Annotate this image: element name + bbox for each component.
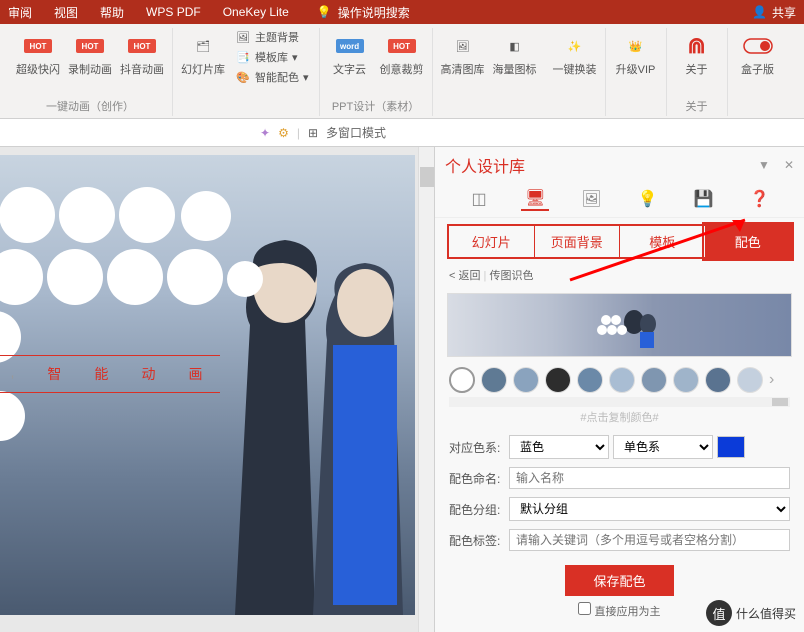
super-flash-button[interactable]: HOT超级快闪 <box>14 28 62 79</box>
tab-template[interactable]: 模板 <box>620 226 706 257</box>
circle-node <box>167 249 223 305</box>
tab-background[interactable]: 页面背景 <box>535 226 621 257</box>
multiwindow-button[interactable]: 多窗口模式 <box>326 124 386 141</box>
circle-node <box>0 249 43 305</box>
slide-title-text[interactable]: , 智 能 动 画 <box>0 355 220 393</box>
tab-color[interactable]: 配色 <box>706 226 791 257</box>
sub-tabs: 幻灯片 页面背景 模板 配色 <box>447 224 792 259</box>
watermark: 值 什么值得买 <box>706 600 796 626</box>
menu-wpspdf[interactable]: WPS PDF <box>146 5 201 19</box>
swatch[interactable] <box>449 367 475 393</box>
color-preview-box[interactable] <box>717 436 745 458</box>
lightbulb-icon: 💡 <box>317 5 332 19</box>
box-version-button[interactable]: 盒子版 <box>734 28 782 79</box>
circle-node <box>0 391 25 441</box>
theme-bg-button[interactable]: 🖼主题背景 <box>231 28 313 46</box>
multiwindow-icon: ⊞ <box>308 126 318 140</box>
slide-editor[interactable]: , 智 能 动 画 <box>0 147 434 632</box>
icon-library-button[interactable]: ◧海量图标 <box>491 28 539 79</box>
group-label-anim: 一键动画（创作） <box>46 98 134 116</box>
circle-node <box>181 191 231 241</box>
slide-canvas[interactable]: , 智 能 动 画 <box>0 155 415 615</box>
record-anim-button[interactable]: HOT录制动画 <box>66 28 114 79</box>
wordcloud-button[interactable]: word文字云 <box>326 28 374 79</box>
template-lib-button[interactable]: 📑模板库▾ <box>231 48 313 66</box>
circle-node <box>0 187 55 243</box>
swatch[interactable] <box>641 367 667 393</box>
circle-node <box>59 187 115 243</box>
user-icon[interactable]: 👤 <box>752 5 767 19</box>
star-icon[interactable]: ✦ <box>260 126 270 140</box>
monitor-icon[interactable]: 🖥 <box>521 187 549 211</box>
name-input[interactable] <box>509 467 790 489</box>
douyin-anim-button[interactable]: HOT抖音动画 <box>118 28 166 79</box>
watermark-icon: 值 <box>706 600 732 626</box>
search-hint[interactable]: 操作说明搜索 <box>338 4 410 21</box>
image-color-detect: 传图识色 <box>489 270 533 282</box>
menu-view[interactable]: 视图 <box>54 4 78 21</box>
swatch[interactable] <box>577 367 603 393</box>
panel-title: 个人设计库 <box>445 153 744 177</box>
share-button[interactable]: 共享 <box>772 4 796 21</box>
save-button[interactable]: 保存配色 <box>565 565 673 596</box>
cube-icon[interactable]: ◫ <box>465 187 493 211</box>
vertical-scrollbar[interactable] <box>418 147 434 632</box>
swatch-hint: #点击复制颜色# <box>435 407 804 431</box>
tab-slides[interactable]: 幻灯片 <box>449 226 535 257</box>
colorsys-select[interactable]: 蓝色 <box>509 435 609 459</box>
name-label: 配色命名: <box>449 470 505 487</box>
color-preview-image[interactable] <box>447 293 792 357</box>
colortype-select[interactable]: 单色系 <box>613 435 713 459</box>
slide-library-button[interactable]: 🗂幻灯片库 <box>179 28 227 86</box>
circle-node <box>47 249 103 305</box>
menu-onekey[interactable]: OneKey Lite <box>223 5 289 19</box>
menubar: 审阅 视图 帮助 WPS PDF OneKey Lite 💡 操作说明搜索 👤 … <box>0 0 804 24</box>
apply-checkbox[interactable] <box>578 602 591 615</box>
watermark-text: 什么值得买 <box>736 605 796 622</box>
colorsys-label: 对应色系: <box>449 439 505 456</box>
person-figure-2 <box>295 255 434 615</box>
disk-icon[interactable]: 💾 <box>690 187 718 211</box>
circle-node <box>107 249 163 305</box>
creative-crop-button[interactable]: HOT创意裁剪 <box>378 28 426 79</box>
tag-input[interactable] <box>509 529 790 551</box>
design-library-panel: 个人设计库 ▼ ✕ ◫ 🖥 🖼 💡 💾 ❓ 幻灯片 页面背景 模板 配色 < 返… <box>434 147 804 632</box>
tag-label: 配色标签: <box>449 532 505 549</box>
menu-review[interactable]: 审阅 <box>8 4 32 21</box>
swatch[interactable] <box>545 367 571 393</box>
circle-node <box>227 261 263 297</box>
gear-icon[interactable]: ⚙ <box>278 126 289 140</box>
sub-toolbar: ✦ ⚙ | ⊞ 多窗口模式 <box>0 119 804 147</box>
close-icon[interactable]: ✕ <box>784 158 794 172</box>
swatch[interactable] <box>609 367 635 393</box>
help-icon[interactable]: ❓ <box>746 187 774 211</box>
image-icon[interactable]: 🖼 <box>577 187 605 211</box>
swatch[interactable] <box>481 367 507 393</box>
color-swatches: › <box>435 363 804 397</box>
dropdown-icon[interactable]: ▼ <box>758 158 770 172</box>
group-select[interactable]: 默认分组 <box>509 497 790 521</box>
ribbon: HOT超级快闪 HOT录制动画 HOT抖音动画 一键动画（创作） 🗂幻灯片库 🖼… <box>0 24 804 119</box>
upgrade-vip-button[interactable]: 👑升级VIP <box>612 28 660 79</box>
one-click-theme-button[interactable]: ✨一键换装 <box>551 28 599 79</box>
group-label-about: 关于 <box>686 98 708 116</box>
about-button[interactable]: ⋒关于 <box>673 28 721 79</box>
swatch[interactable] <box>513 367 539 393</box>
swatch[interactable] <box>737 367 763 393</box>
menu-help[interactable]: 帮助 <box>100 4 124 21</box>
group-label: 配色分组: <box>449 501 505 518</box>
hd-gallery-button[interactable]: 🖼高清图库 <box>439 28 487 79</box>
swatch[interactable] <box>673 367 699 393</box>
lightbulb-tab-icon[interactable]: 💡 <box>634 187 662 211</box>
apply-label: 直接应用为主 <box>595 606 661 618</box>
circle-node <box>119 187 175 243</box>
chevron-right-icon[interactable]: › <box>769 371 774 389</box>
group-label-design: PPT设计（素材） <box>332 98 419 116</box>
swatch[interactable] <box>705 367 731 393</box>
category-icons: ◫ 🖥 🖼 💡 💾 ❓ <box>435 181 804 218</box>
back-link[interactable]: < 返回 <box>449 270 480 282</box>
smart-color-button[interactable]: 🎨智能配色▾ <box>231 68 313 86</box>
